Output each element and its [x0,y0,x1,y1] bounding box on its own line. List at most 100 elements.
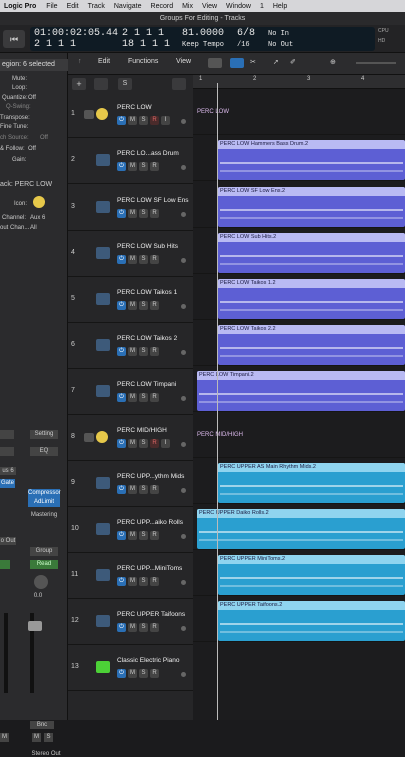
track-lane[interactable]: PERC LOW Taikos 1.2 [193,274,405,320]
record-enable-dot[interactable] [181,488,186,493]
track-name[interactable]: PERC LOW Taikos 2 [117,335,177,342]
record-button[interactable]: R [150,255,159,264]
track-header[interactable]: 2 PERC LO...ass Drum ⏻ M S R [68,138,193,184]
power-icon[interactable]: ⏻ [117,162,126,171]
power-icon[interactable]: ⏻ [117,485,126,494]
pan-knob[interactable] [34,575,48,589]
track-lane[interactable]: PERC LOW Taikos 2.2 [193,320,405,366]
scissors-icon[interactable]: ✂ [250,58,256,66]
automation-read[interactable]: Read [30,560,58,569]
track-name[interactable]: PERC LOW Sub Hits [117,243,178,250]
track-lane[interactable]: PERC UPPER Daiko Rolls.2 [193,504,405,550]
record-enable-dot[interactable] [181,396,186,401]
solo-button[interactable]: S [139,577,148,586]
record-button[interactable]: R [150,301,159,310]
volume-fader[interactable] [28,621,42,631]
track-lane[interactable]: PERC UPPER AS Main Rhythm Mids.2 [193,458,405,504]
bounce-button[interactable]: Bnc [30,721,54,729]
track-name[interactable]: PERC UPP...MiniToms [117,565,182,572]
track-name[interactable]: PERC LO...ass Drum [117,150,179,157]
power-icon[interactable]: ⏻ [117,669,126,678]
audio-region[interactable]: PERC LOW Taikos 2.2 [218,325,405,365]
record-button[interactable]: R [150,577,159,586]
add-track-button[interactable]: + [72,78,86,90]
solo-button[interactable]: S [139,439,148,448]
pencil-tool-icon[interactable]: ✐ [290,58,296,66]
record-button[interactable]: R [150,162,159,171]
menu-mix[interactable]: Mix [182,3,193,10]
zoom-slider[interactable] [356,62,396,64]
solo-button[interactable]: S [139,347,148,356]
track-header[interactable]: 4 PERC LOW Sub Hits ⏻ M S R [68,231,193,277]
global-solo-button[interactable]: S [118,78,132,90]
track-lane[interactable]: PERC MID/HIGH [193,412,405,458]
adlimit-plugin[interactable]: AdLimit [28,498,60,507]
audio-region[interactable]: PERC LOW Taikos 1.2 [218,279,405,319]
mute-button[interactable]: M [128,531,137,540]
zoom-icon[interactable]: ⊕ [330,58,336,66]
functions-menu[interactable]: Functions [128,58,158,65]
audio-region[interactable]: PERC LOW Timpani.2 [197,371,405,411]
menu-navigate[interactable]: Navigate [114,3,142,10]
record-enable-dot[interactable] [181,534,186,539]
track-header[interactable]: 12 PERC UPPER Taifoons ⏻ M S R [68,599,193,645]
playhead[interactable] [217,83,218,720]
mastering-label[interactable]: Mastering [30,511,58,520]
menu-file[interactable]: File [46,3,57,10]
power-icon[interactable]: ⏻ [117,347,126,356]
track-name[interactable]: PERC UPPER Taifoons [117,611,185,618]
menu-help[interactable]: Help [273,3,287,10]
track-header[interactable]: 9 PERC UPP...ythm Mids ⏻ M S R [68,461,193,507]
track-lane[interactable]: PERC UPPER MiniToms.2 [193,550,405,596]
mute-button[interactable]: M [128,301,137,310]
solo-button[interactable]: S [139,393,148,402]
track-name[interactable]: PERC LOW SF Low Ens [117,197,189,204]
audio-region[interactable]: PERC LOW Sub Hits.2 [218,233,405,273]
mute-button[interactable]: M [128,577,137,586]
record-button[interactable]: R [150,669,159,678]
folder-disclosure-icon[interactable] [84,433,94,442]
track-header[interactable]: 11 PERC UPP...MiniToms ⏻ M S R [68,553,193,599]
record-enable-dot[interactable] [181,626,186,631]
track-header[interactable]: 3 PERC LOW SF Low Ens ⏻ M S R [68,185,193,231]
power-icon[interactable]: ⏻ [117,209,126,218]
menu-view[interactable]: View [202,3,217,10]
power-icon[interactable]: ⏻ [117,623,126,632]
mute-button[interactable]: M [128,116,137,125]
eq-thumb-left[interactable] [0,447,14,456]
menu-edit[interactable]: Edit [67,3,79,10]
track-name[interactable]: PERC MID/HIGH [117,427,167,434]
record-button[interactable]: R [150,116,159,125]
mute-button[interactable]: M [128,347,137,356]
mute-button[interactable]: M [128,209,137,218]
lcd-display[interactable]: 01:00:02:05.44 2 1 1 1 2 1 1 1 18 1 1 1 … [30,27,375,51]
track-name[interactable]: PERC UPP...aiko Rolls [117,519,183,526]
track-lane[interactable]: PERC UPPER Taifoons.2 [193,596,405,642]
track-icon[interactable] [33,196,45,208]
mute-button[interactable]: M [128,485,137,494]
record-enable-dot[interactable] [181,580,186,585]
power-icon[interactable]: ⏻ [117,255,126,264]
solo-button[interactable]: S [139,669,148,678]
record-enable-dot[interactable] [181,165,186,170]
snap-icon[interactable] [208,58,222,68]
folder-disclosure-icon[interactable] [84,110,94,119]
app-menu[interactable]: Logic Pro [4,3,36,10]
audio-region[interactable]: PERC UPPER Daiko Rolls.2 [197,509,405,549]
power-icon[interactable]: ⏻ [117,577,126,586]
folder-region-label[interactable]: PERC LOW [197,109,229,115]
record-button[interactable]: R [150,531,159,540]
record-button[interactable]: R [150,623,159,632]
lcd-division[interactable]: /16 [237,41,250,49]
audio-region[interactable]: PERC UPPER MiniToms.2 [218,555,405,595]
track-header[interactable]: 5 PERC LOW Taikos 1 ⏻ M S R [68,277,193,323]
record-enable-dot[interactable] [181,304,186,309]
audio-region[interactable]: PERC UPPER AS Main Rhythm Mids.2 [218,463,405,503]
output-button-left[interactable]: o Out [0,537,16,545]
track-name[interactable]: Classic Electric Piano [117,657,180,664]
track-lane[interactable]: PERC LOW [193,89,405,135]
solo-button[interactable]: S [139,209,148,218]
bus-send[interactable]: us 6 [0,467,16,475]
record-enable-dot[interactable] [181,258,186,263]
catch-icon[interactable] [230,58,244,68]
